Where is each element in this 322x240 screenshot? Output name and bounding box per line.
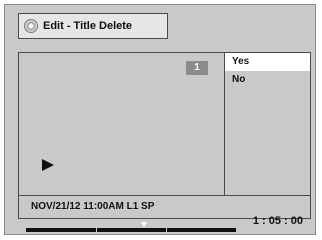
elapsed-time: 1 : 05 : 00 <box>252 215 303 227</box>
menu-item-yes[interactable]: Yes <box>225 53 310 71</box>
position-marker-icon <box>141 222 147 227</box>
disc-icon <box>24 19 38 33</box>
page-title: Edit - Title Delete <box>43 20 133 32</box>
progress-bar <box>26 222 236 232</box>
playback-bar: 1 : 05 : 00 <box>18 215 311 233</box>
progress-segment-divider <box>96 228 97 232</box>
main-panel: 1 Yes No NOV/21/12 11:00AM L1 SP <box>18 52 311 219</box>
play-icon <box>42 159 54 171</box>
title-number-badge: 1 <box>186 61 208 75</box>
preview-area: 1 <box>19 53 225 195</box>
confirm-menu: Yes No <box>225 53 310 195</box>
menu-item-no[interactable]: No <box>225 71 310 89</box>
progress-segment-divider <box>166 228 167 232</box>
title-bar: Edit - Title Delete <box>18 13 168 39</box>
